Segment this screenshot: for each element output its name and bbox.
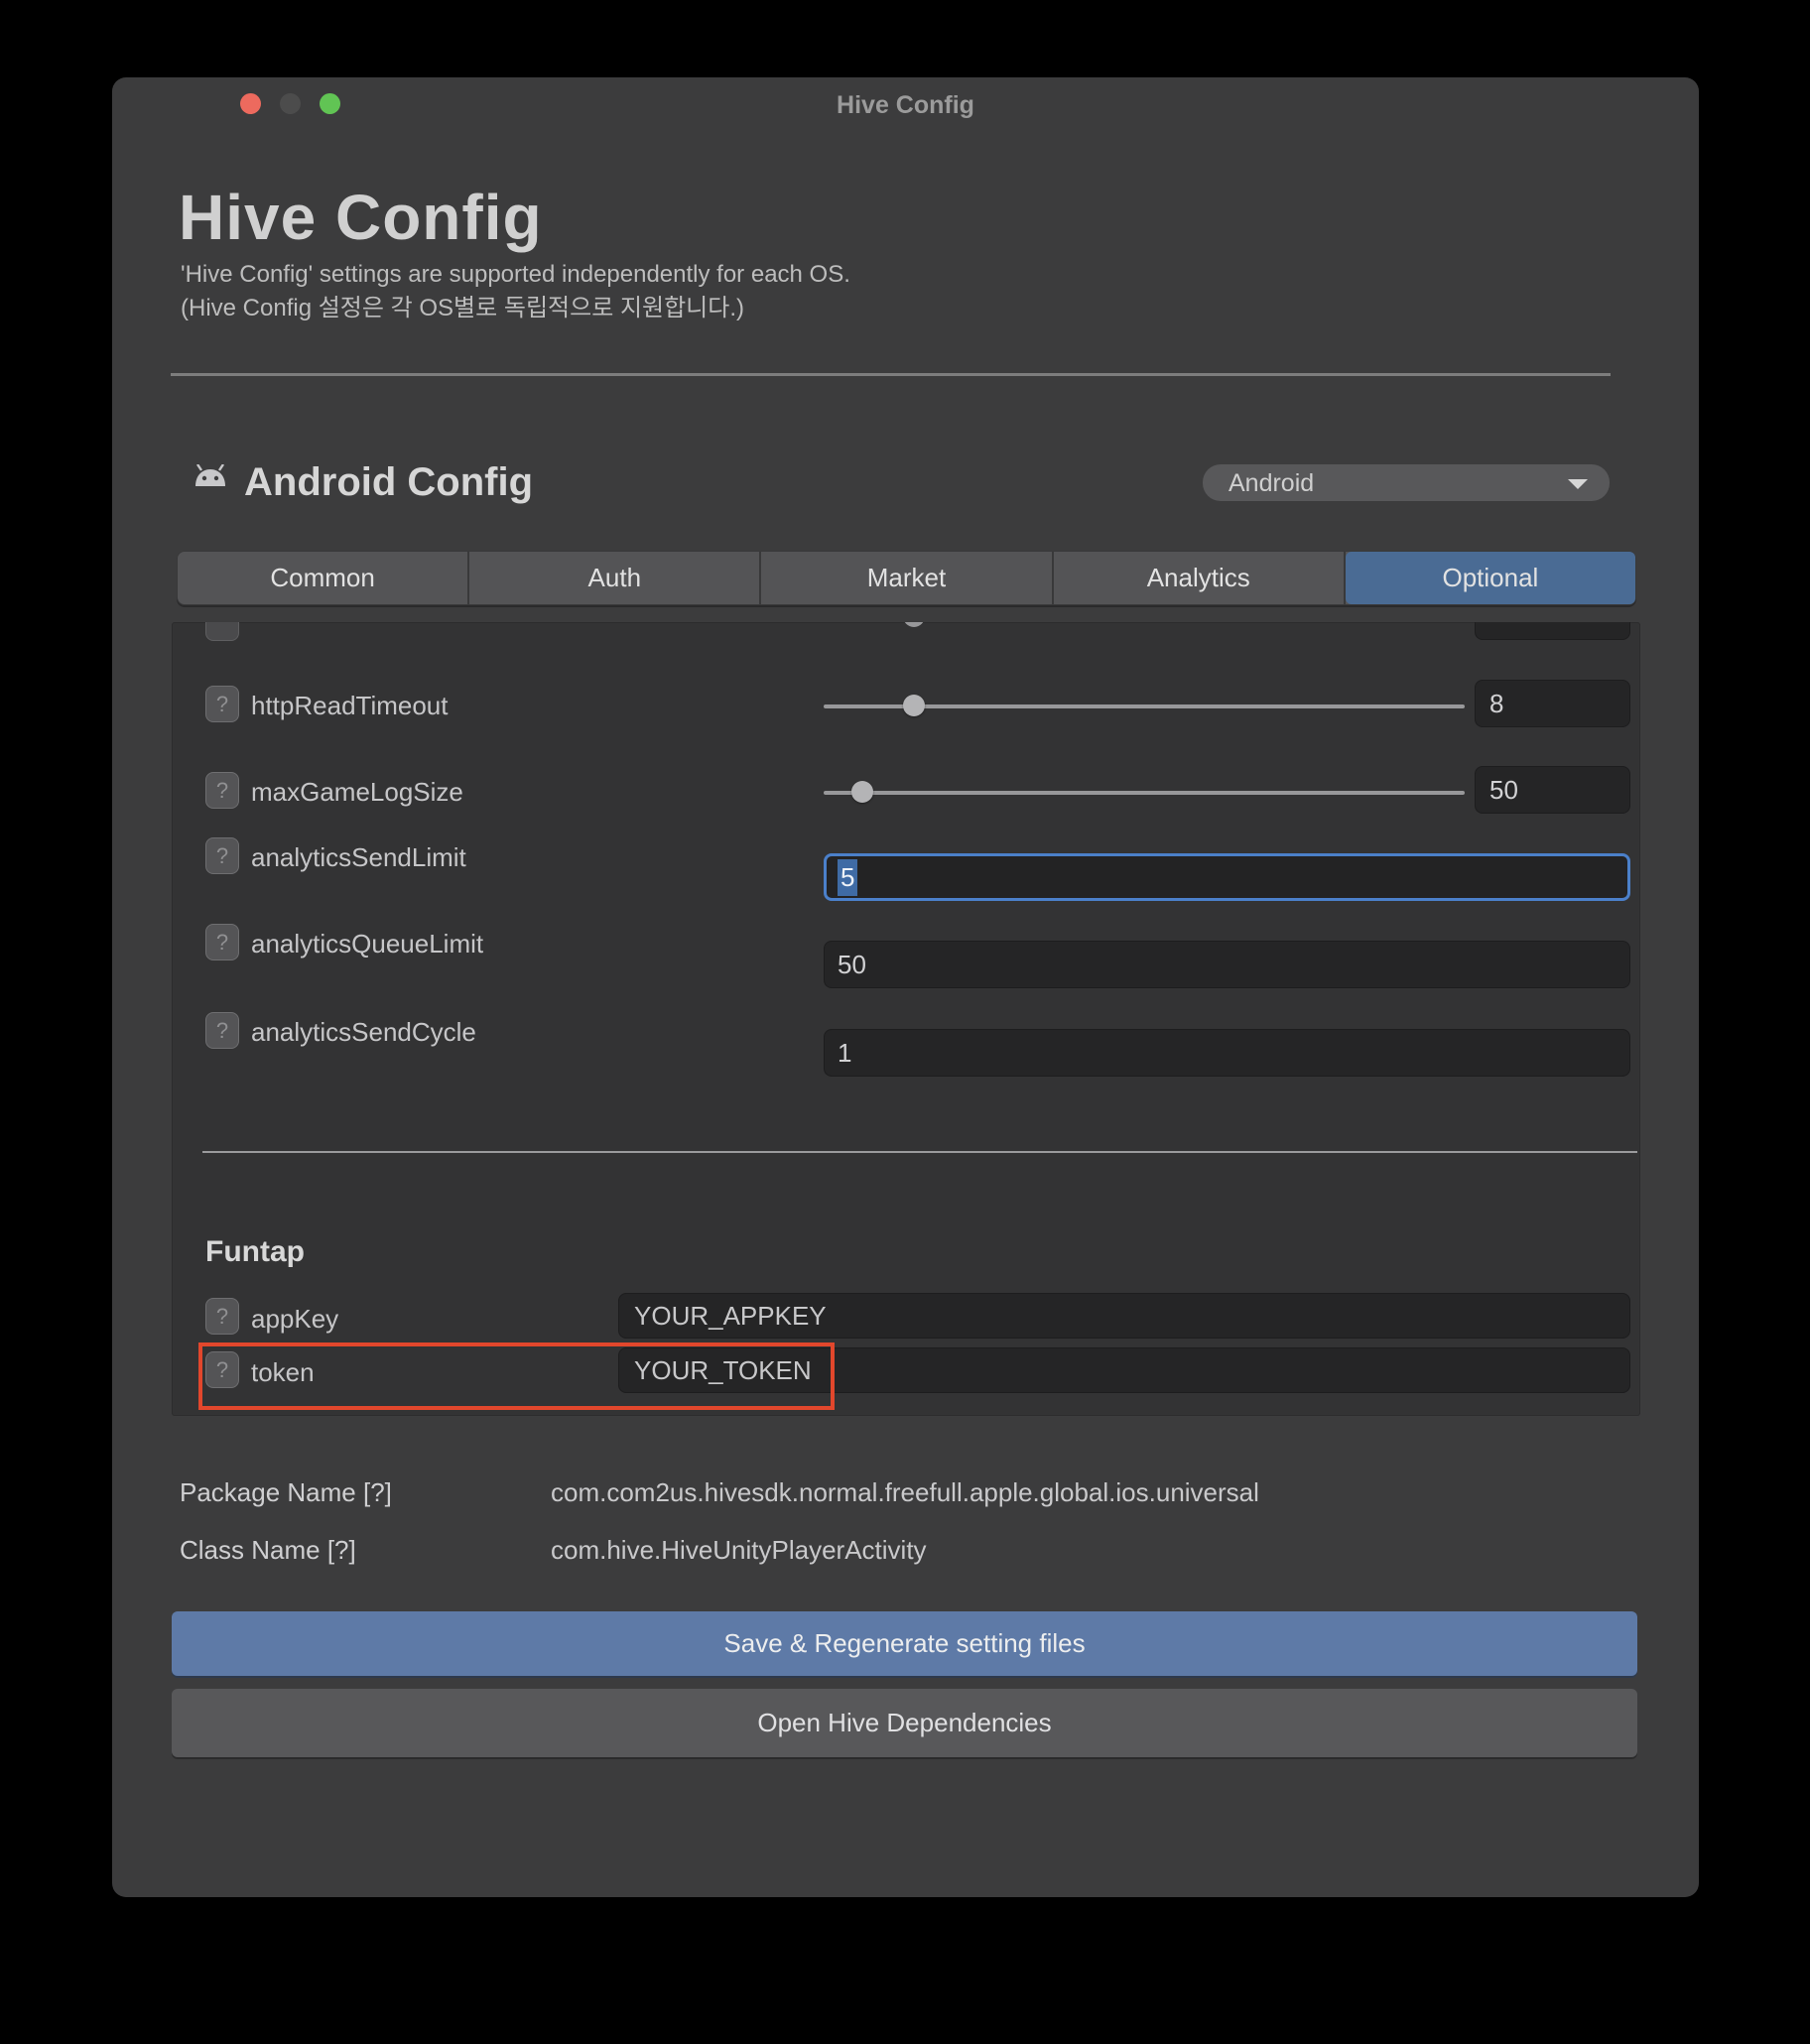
section-title: Android Config (244, 460, 533, 505)
app-key-input[interactable]: YOUR_APPKEY (618, 1293, 1630, 1339)
slider-row-label: httpReadTimeout (251, 691, 448, 721)
chevron-down-icon (1568, 479, 1588, 489)
funtap-row-label: token (251, 1357, 315, 1388)
help-icon[interactable]: ? (205, 1298, 239, 1335)
save-regenerate-button[interactable]: Save & Regenerate setting files (172, 1611, 1637, 1676)
analytics-send-limit-input[interactable]: 5 (824, 853, 1630, 901)
page-subtitle: 'Hive Config' settings are supported ind… (181, 258, 850, 325)
max-game-log-size-slider[interactable] (824, 791, 1465, 795)
hive-config-window: Hive Config Hive Config 'Hive Config' se… (112, 77, 1699, 1897)
selected-text: 5 (838, 859, 857, 896)
analytics-send-cycle-input[interactable]: 1 (824, 1029, 1630, 1077)
analytics-queue-limit-input[interactable]: 50 (824, 941, 1630, 988)
input-row-label: analyticsSendCycle (251, 1017, 476, 1048)
window-title: Hive Config (112, 91, 1699, 120)
package-name-value: com.com2us.hivesdk.normal.freefull.apple… (551, 1477, 1259, 1508)
slider-knob[interactable] (851, 781, 873, 803)
tab-analytics[interactable]: Analytics (1054, 552, 1346, 604)
help-icon[interactable]: ? (205, 1351, 239, 1388)
clipped-row-slider-knob-fragment (903, 622, 925, 627)
subtitle-line-ko: (Hive Config 설정은 각 OS별로 독립적으로 지원합니다.) (181, 292, 850, 325)
section-divider (202, 1151, 1637, 1153)
open-hive-dependencies-button[interactable]: Open Hive Dependencies (172, 1689, 1637, 1757)
funtap-section-title: Funtap (205, 1235, 305, 1269)
slider-knob[interactable] (903, 695, 925, 716)
max-game-log-size-value[interactable]: 50 (1475, 766, 1630, 814)
tab-optional[interactable]: Optional (1346, 552, 1635, 604)
header-divider (171, 373, 1611, 376)
titlebar: Hive Config (112, 77, 1699, 129)
help-icon[interactable]: ? (205, 772, 239, 809)
funtap-row-label: appKey (251, 1304, 338, 1335)
input-row-label: analyticsSendLimit (251, 842, 466, 873)
platform-dropdown[interactable]: Android (1203, 464, 1610, 501)
help-icon[interactable]: ? (205, 1012, 239, 1049)
token-input[interactable]: YOUR_TOKEN (618, 1347, 1630, 1393)
tab-common[interactable]: Common (178, 552, 469, 604)
clipped-row-help-icon-fragment (205, 622, 239, 641)
platform-dropdown-value: Android (1228, 469, 1314, 498)
slider-row-label: maxGameLogSize (251, 777, 463, 808)
package-name-label: Package Name [?] (180, 1477, 392, 1508)
help-icon[interactable]: ? (205, 837, 239, 874)
input-row-label: analyticsQueueLimit (251, 929, 483, 959)
tab-auth[interactable]: Auth (469, 552, 761, 604)
subtitle-line-en: 'Hive Config' settings are supported ind… (181, 258, 850, 292)
page-title: Hive Config (179, 181, 543, 254)
class-name-value: com.hive.HiveUnityPlayerActivity (551, 1535, 927, 1566)
http-read-timeout-value[interactable]: 8 (1475, 680, 1630, 727)
help-icon[interactable]: ? (205, 686, 239, 722)
help-icon[interactable]: ? (205, 924, 239, 960)
http-read-timeout-slider[interactable] (824, 704, 1465, 708)
android-icon (194, 464, 227, 486)
settings-scroll-area[interactable]: ? httpReadTimeout 8 ? maxGameLogSize 50 … (172, 622, 1640, 1416)
config-tabs: Common Auth Market Analytics Optional (177, 551, 1636, 605)
clipped-row-value-field-fragment (1475, 622, 1630, 640)
class-name-label: Class Name [?] (180, 1535, 356, 1566)
tab-market[interactable]: Market (761, 552, 1053, 604)
